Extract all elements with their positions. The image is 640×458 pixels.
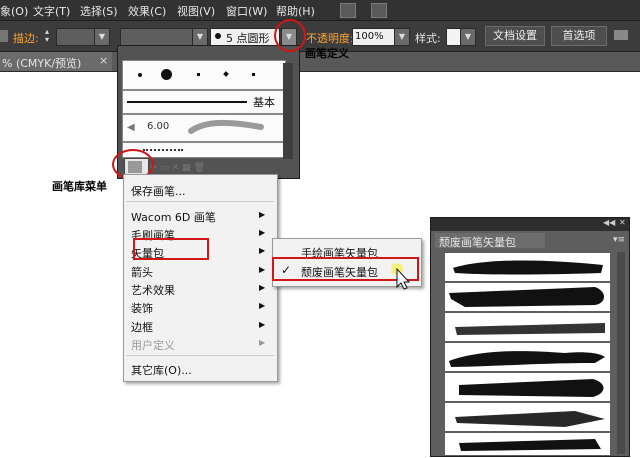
menu-item-save-brushes[interactable]: 保存画笔... bbox=[131, 183, 186, 199]
arrange-documents-icon[interactable] bbox=[371, 3, 387, 18]
grunge-brush-6[interactable] bbox=[445, 403, 610, 431]
submenu-arrow-icon: ▶ bbox=[259, 320, 266, 329]
menu-item-wacom[interactable]: Wacom 6D 画笔 bbox=[131, 209, 216, 225]
menu-item-artistic[interactable]: 艺术效果 bbox=[131, 282, 175, 298]
submenu-arrow-icon: ▶ bbox=[259, 265, 266, 274]
opacity-label: 不透明度: bbox=[306, 32, 354, 45]
menu-item-borders[interactable]: 边框 bbox=[131, 319, 153, 335]
brush-swatch-row bbox=[122, 60, 286, 90]
document-settings-button[interactable]: 文档设置 bbox=[485, 26, 545, 46]
panel-tab[interactable]: 颓废画笔矢量包 bbox=[435, 233, 545, 249]
grunge-brush-2[interactable] bbox=[445, 283, 610, 311]
round-brush-icon bbox=[215, 33, 221, 39]
panel-title: 颓废画笔矢量包 bbox=[439, 236, 516, 249]
close-icon[interactable]: ✕ bbox=[619, 218, 626, 227]
document-tab[interactable]: % (CMYK/预览) × bbox=[0, 52, 112, 71]
stroke-label: 描边: bbox=[13, 32, 39, 45]
panel-menu-icon[interactable]: ▾≡ bbox=[613, 235, 625, 245]
brush-definition-annotation: 画笔定义 bbox=[305, 47, 349, 60]
pattern-stroke bbox=[143, 149, 183, 151]
brush-calligraphic-2[interactable] bbox=[223, 71, 229, 77]
chevron-down-icon[interactable]: ▼ bbox=[94, 28, 110, 46]
menu-item-decorative[interactable]: 装饰 bbox=[131, 300, 153, 316]
menu-divider bbox=[126, 201, 274, 202]
chevron-down-icon[interactable]: ▼ bbox=[460, 28, 476, 46]
grunge-brush-1[interactable] bbox=[445, 253, 610, 281]
basic-stroke-line bbox=[127, 101, 247, 103]
arrange-icon[interactable] bbox=[614, 30, 628, 40]
mouse-cursor-icon bbox=[391, 263, 411, 290]
panel-scrollbar[interactable] bbox=[617, 252, 625, 454]
menu-window[interactable]: 窗口(W) bbox=[226, 3, 267, 19]
basic-brush-label: 基本 bbox=[253, 96, 275, 109]
chevron-down-icon[interactable]: ▼ bbox=[394, 28, 410, 46]
brush-calligraphic-1[interactable] bbox=[197, 73, 200, 76]
menu-divider bbox=[126, 355, 274, 356]
brush-size-value: 6.00 bbox=[147, 121, 170, 132]
collapse-icon[interactable]: ◀◀ bbox=[603, 218, 615, 227]
menu-view[interactable]: 视图(V) bbox=[177, 3, 215, 19]
close-icon[interactable]: × bbox=[99, 54, 108, 67]
menu-item-other-library[interactable]: 其它库(O)... bbox=[131, 362, 192, 378]
bristle-brush-stroke bbox=[188, 119, 264, 134]
chevron-down-icon[interactable]: ▼ bbox=[192, 28, 208, 46]
grunge-brush-5[interactable] bbox=[445, 373, 610, 401]
brush-definition-dropdown[interactable]: 5 点圆形 bbox=[210, 28, 280, 46]
submenu-arrow-icon: ▶ bbox=[259, 228, 266, 237]
brush-library-context-menu: 保存画笔... Wacom 6D 画笔 ▶ 毛刷画笔 ▶ 矢量包 ▶ 箭头 ▶ … bbox=[123, 174, 278, 382]
panel-header: ◀◀ ✕ bbox=[431, 218, 629, 231]
brush-panel-footer-icons: ✂ ▭ ✕ ▦ 🗑 bbox=[150, 163, 205, 173]
opacity-value: 100% bbox=[355, 31, 384, 42]
submenu-arrow-icon: ▶ bbox=[259, 210, 266, 219]
style-label: 样式: bbox=[415, 32, 441, 45]
basic-brush-row[interactable]: 基本 bbox=[122, 90, 286, 114]
menu-effect[interactable]: 效果(C) bbox=[128, 3, 166, 19]
stroke-weight-field[interactable] bbox=[56, 28, 96, 46]
opacity-field[interactable]: 100% bbox=[352, 28, 396, 46]
brush-calligraphic-3[interactable] bbox=[252, 73, 255, 76]
submenu-arrow-icon: ▶ bbox=[259, 283, 266, 292]
submenu-arrow-icon: ▶ bbox=[259, 301, 266, 310]
menu-object[interactable]: 象(O) bbox=[0, 3, 28, 19]
grunge-brush-3[interactable] bbox=[445, 313, 610, 341]
bridge-icon[interactable] bbox=[340, 3, 356, 18]
menu-item-arrows[interactable]: 箭头 bbox=[131, 264, 153, 280]
brush-dot-small[interactable] bbox=[138, 73, 142, 77]
brush-library-annotation: 画笔库菜单 bbox=[52, 180, 107, 193]
grunge-brush-4[interactable] bbox=[445, 343, 610, 371]
variable-width-dropdown[interactable] bbox=[120, 28, 194, 46]
menu-item-user-defined: 用户定义 bbox=[131, 339, 175, 352]
submenu-arrow-icon: ▶ bbox=[259, 338, 266, 347]
speaker-icon: ◀ bbox=[127, 122, 135, 133]
document-tab-label: % (CMYK/预览) bbox=[2, 57, 82, 70]
swatch-icon[interactable] bbox=[0, 30, 8, 42]
menu-type[interactable]: 文字(T) bbox=[33, 3, 70, 19]
vector-packs-highlight bbox=[133, 238, 209, 260]
brush-definition-highlight bbox=[274, 19, 306, 52]
bristle-brush-row[interactable]: ◀ 6.00 bbox=[122, 114, 286, 142]
submenu-arrow-icon: ▶ bbox=[259, 246, 266, 255]
brush-panel-scrollbar[interactable] bbox=[283, 63, 293, 159]
menu-select[interactable]: 选择(S) bbox=[80, 3, 118, 19]
brush-value: 5 点圆形 bbox=[226, 32, 270, 45]
grunge-brush-7[interactable] bbox=[445, 433, 610, 455]
stroke-stepper-icon[interactable]: ▴ ▾ bbox=[45, 28, 49, 44]
menu-bar: 象(O) 文字(T) 选择(S) 效果(C) 视图(V) 窗口(W) 帮助(H) bbox=[0, 0, 640, 21]
menu-help[interactable]: 帮助(H) bbox=[276, 3, 315, 19]
preferences-button[interactable]: 首选项 bbox=[551, 26, 607, 46]
brush-dot-large[interactable] bbox=[161, 69, 172, 80]
